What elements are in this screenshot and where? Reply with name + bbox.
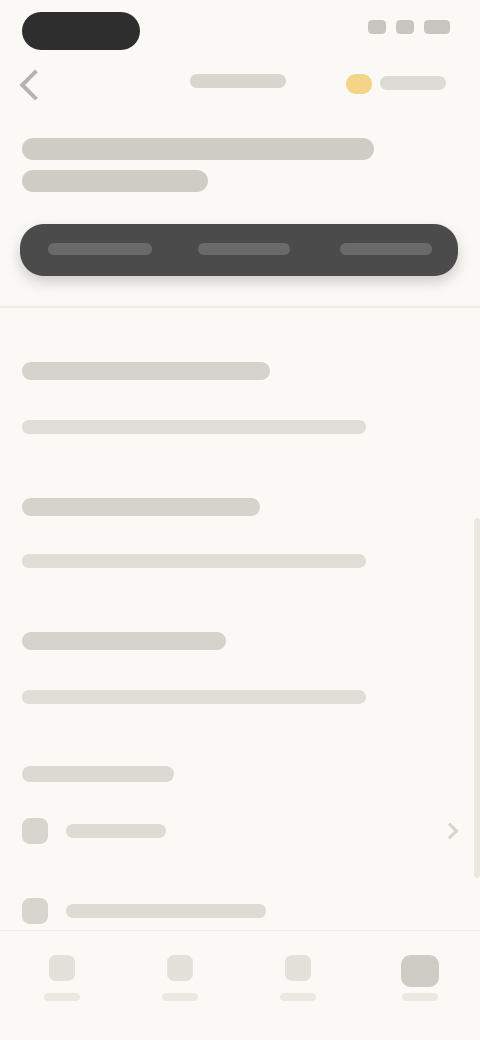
list-item-title — [22, 362, 270, 380]
settings-row-label — [66, 824, 166, 838]
tab-label — [280, 993, 316, 1001]
bottom-nav — [0, 930, 480, 1040]
wifi-icon — [396, 20, 414, 34]
divider — [0, 306, 480, 308]
tab-home[interactable] — [32, 949, 92, 1009]
list-item-title — [22, 498, 260, 516]
tab-label — [44, 993, 80, 1001]
page-title — [190, 74, 286, 88]
explore-icon — [167, 955, 193, 981]
segmented-control — [20, 224, 458, 276]
battery-icon — [424, 20, 450, 34]
tab-label — [162, 993, 198, 1001]
signal-icon — [368, 20, 386, 34]
settings-row-label — [66, 904, 266, 918]
tab-label — [402, 993, 438, 1001]
coin-icon[interactable] — [346, 74, 372, 94]
headline-line-2 — [22, 170, 208, 192]
headline-line-1 — [22, 138, 374, 160]
scrollbar[interactable] — [474, 518, 480, 878]
tab-notifications[interactable] — [268, 949, 328, 1009]
list-item-subtitle — [22, 554, 366, 568]
home-icon — [49, 955, 75, 981]
coin-balance[interactable] — [380, 76, 446, 90]
segment-option-2[interactable] — [198, 243, 290, 255]
status-bar — [0, 0, 480, 64]
section-header — [22, 766, 174, 782]
list-item-subtitle — [22, 420, 366, 434]
profile-icon — [401, 955, 439, 987]
settings-row-icon — [22, 898, 48, 924]
list-item-subtitle — [22, 690, 366, 704]
bell-icon — [285, 955, 311, 981]
settings-row-icon — [22, 818, 48, 844]
tab-profile[interactable] — [390, 949, 450, 1009]
list-item-title — [22, 632, 226, 650]
chevron-right-icon — [441, 822, 459, 840]
status-icons — [368, 20, 450, 34]
status-time-pill — [22, 12, 140, 50]
segment-option-3[interactable] — [340, 243, 432, 255]
segment-option-1[interactable] — [48, 243, 152, 255]
tab-explore[interactable] — [150, 949, 210, 1009]
back-icon[interactable] — [19, 69, 51, 101]
